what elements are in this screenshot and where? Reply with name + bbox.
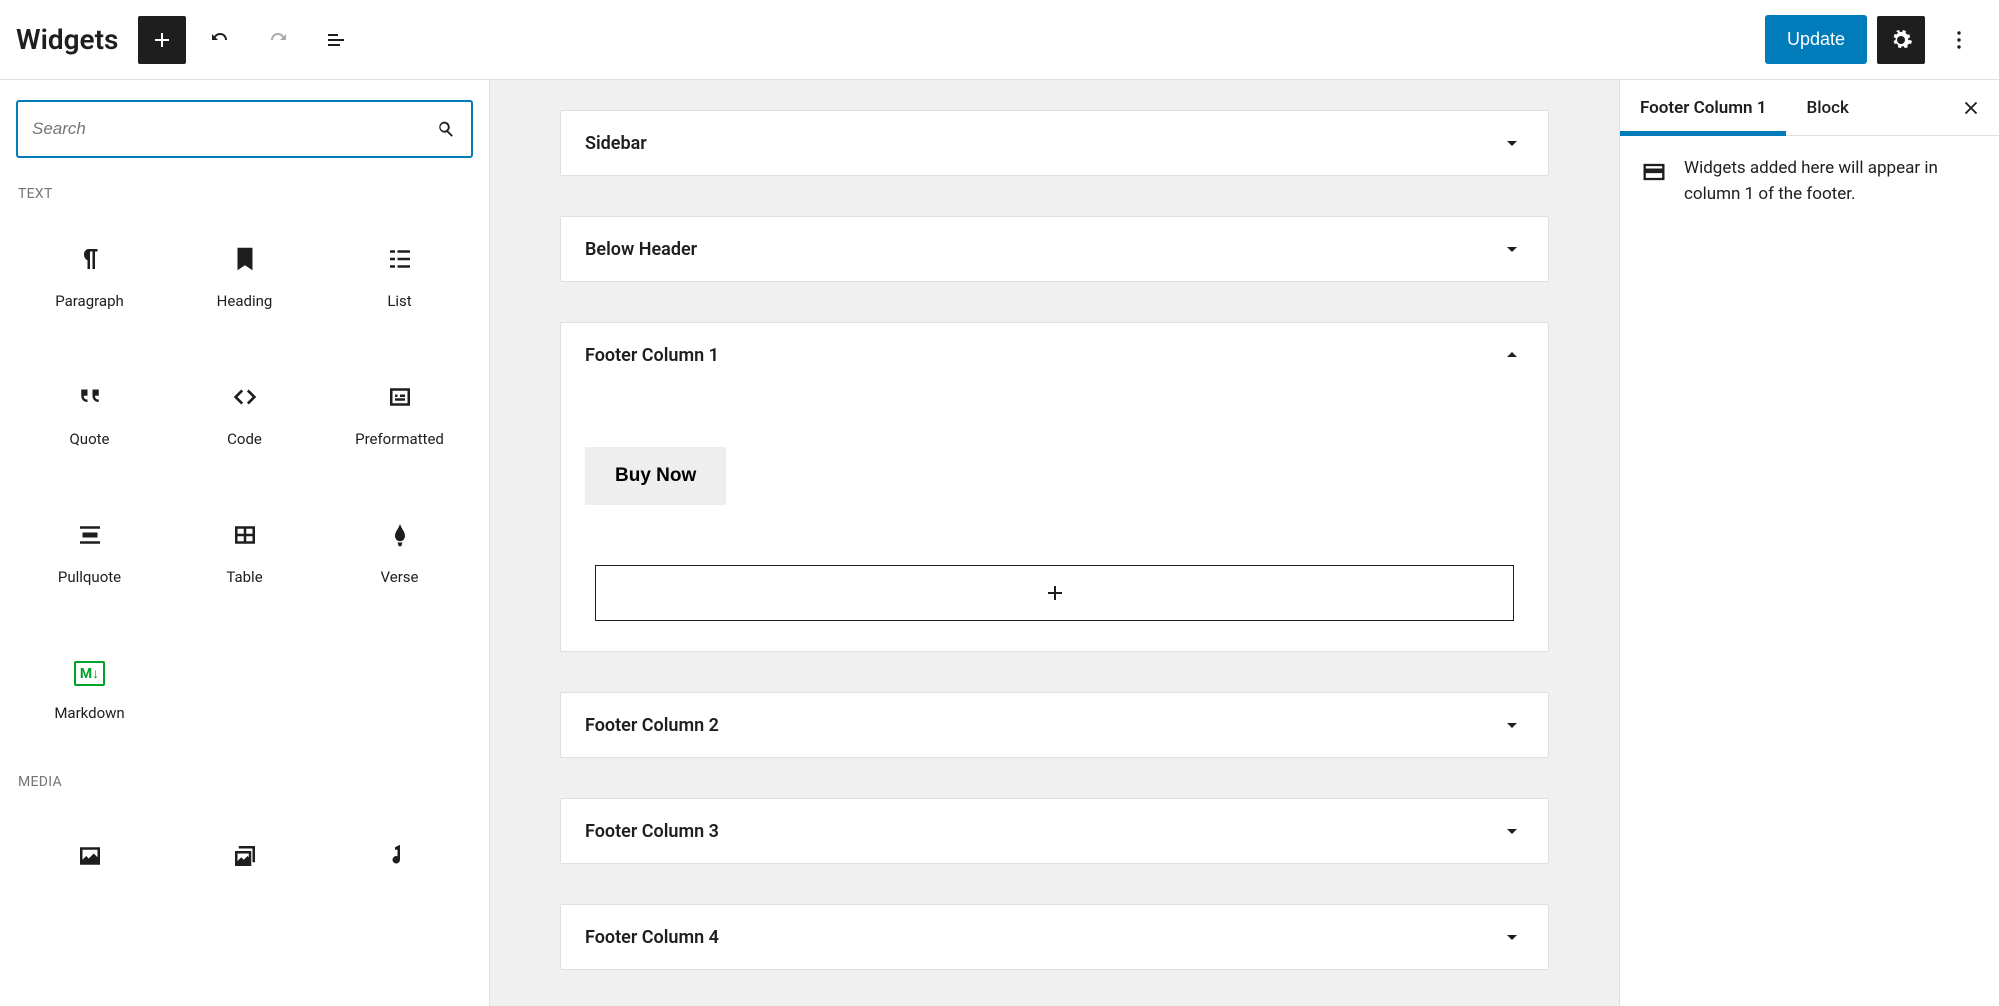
area-footer-col-1: Footer Column 1 Buy Now <box>560 322 1549 652</box>
list-icon <box>385 244 415 274</box>
plus-icon <box>150 28 174 52</box>
tab-widget-area[interactable]: Footer Column 1 <box>1620 80 1786 135</box>
block-label: Markdown <box>54 704 124 722</box>
gear-icon <box>1889 28 1913 52</box>
block-code[interactable]: Code <box>171 350 318 480</box>
area-sidebar: Sidebar <box>560 110 1549 176</box>
options-button[interactable] <box>1935 16 1983 64</box>
area-footer-col-4: Footer Column 4 <box>560 904 1549 970</box>
block-label: Quote <box>69 430 109 448</box>
bookmark-icon <box>230 244 260 274</box>
block-inserter: TEXT Paragraph Heading List Quote Code <box>0 80 490 1006</box>
block-pullquote[interactable]: Pullquote <box>16 488 163 618</box>
block-heading[interactable]: Heading <box>171 212 318 342</box>
area-title: Footer Column 3 <box>585 821 1500 842</box>
chevron-down-icon <box>1500 713 1524 737</box>
area-title: Sidebar <box>585 133 1500 154</box>
area-title: Footer Column 1 <box>585 345 1500 366</box>
search-wrap[interactable] <box>16 100 473 158</box>
more-vertical-icon <box>1947 28 1971 52</box>
block-preformatted[interactable]: Preformatted <box>326 350 473 480</box>
add-block-button[interactable] <box>138 16 186 64</box>
preformatted-icon <box>385 382 415 412</box>
gallery-icon <box>230 841 260 871</box>
tab-block[interactable]: Block <box>1786 80 1868 135</box>
update-button[interactable]: Update <box>1765 15 1867 64</box>
block-paragraph[interactable]: Paragraph <box>16 212 163 342</box>
search-icon <box>435 118 457 140</box>
widget-area-icon <box>1640 158 1668 186</box>
pullquote-icon <box>75 520 105 550</box>
area-header[interactable]: Footer Column 2 <box>561 693 1548 757</box>
chevron-down-icon <box>1500 237 1524 261</box>
area-below-header: Below Header <box>560 216 1549 282</box>
page-title: Widgets <box>16 23 118 56</box>
inspector: Footer Column 1 Block Widgets added here… <box>1619 80 1999 1006</box>
table-icon <box>230 520 260 550</box>
block-table[interactable]: Table <box>171 488 318 618</box>
area-title: Below Header <box>585 239 1500 260</box>
canvas: Sidebar Below Header Footer Column 1 Buy… <box>490 80 1619 1006</box>
block-label: Heading <box>217 292 273 310</box>
buy-now-button[interactable]: Buy Now <box>585 447 726 505</box>
undo-icon <box>208 28 232 52</box>
area-header[interactable]: Below Header <box>561 217 1548 281</box>
redo-icon <box>266 28 290 52</box>
chevron-down-icon <box>1500 925 1524 949</box>
area-title: Footer Column 4 <box>585 927 1500 948</box>
quote-icon <box>75 382 105 412</box>
category-media: MEDIA <box>18 774 473 790</box>
block-quote[interactable]: Quote <box>16 350 163 480</box>
block-label: Paragraph <box>55 292 124 310</box>
block-label: Code <box>227 430 262 448</box>
topbar: Widgets Update <box>0 0 1999 80</box>
area-header[interactable]: Footer Column 3 <box>561 799 1548 863</box>
close-inspector-button[interactable] <box>1951 88 1991 128</box>
verse-icon <box>385 520 415 550</box>
chevron-up-icon <box>1500 343 1524 367</box>
area-footer-col-3: Footer Column 3 <box>560 798 1549 864</box>
area-footer-col-2: Footer Column 2 <box>560 692 1549 758</box>
add-block-appender[interactable] <box>595 565 1514 621</box>
block-label: List <box>387 292 411 310</box>
block-audio[interactable] <box>326 800 473 930</box>
block-gallery[interactable] <box>171 800 318 930</box>
area-header[interactable]: Sidebar <box>561 111 1548 175</box>
block-label: Preformatted <box>355 430 444 448</box>
chevron-down-icon <box>1500 131 1524 155</box>
block-markdown[interactable]: M↓ Markdown <box>16 626 163 756</box>
block-verse[interactable]: Verse <box>326 488 473 618</box>
list-view-button[interactable] <box>312 16 360 64</box>
close-icon <box>1960 97 1982 119</box>
block-label: Pullquote <box>58 568 121 586</box>
plus-icon <box>1043 581 1067 605</box>
area-title: Footer Column 2 <box>585 715 1500 736</box>
search-input[interactable] <box>32 119 435 139</box>
area-header[interactable]: Footer Column 1 <box>561 323 1548 387</box>
audio-icon <box>385 841 415 871</box>
inspector-description: Widgets added here will appear in column… <box>1684 156 1979 207</box>
undo-button[interactable] <box>196 16 244 64</box>
redo-button[interactable] <box>254 16 302 64</box>
code-icon <box>230 382 260 412</box>
list-view-icon <box>324 28 348 52</box>
block-label: Table <box>226 568 262 586</box>
markdown-icon: M↓ <box>74 661 105 686</box>
chevron-down-icon <box>1500 819 1524 843</box>
settings-button[interactable] <box>1877 16 1925 64</box>
category-text: TEXT <box>18 186 473 202</box>
paragraph-icon <box>75 244 105 274</box>
area-header[interactable]: Footer Column 4 <box>561 905 1548 969</box>
block-label: Verse <box>381 568 419 586</box>
block-list[interactable]: List <box>326 212 473 342</box>
image-icon <box>75 841 105 871</box>
block-image[interactable] <box>16 800 163 930</box>
